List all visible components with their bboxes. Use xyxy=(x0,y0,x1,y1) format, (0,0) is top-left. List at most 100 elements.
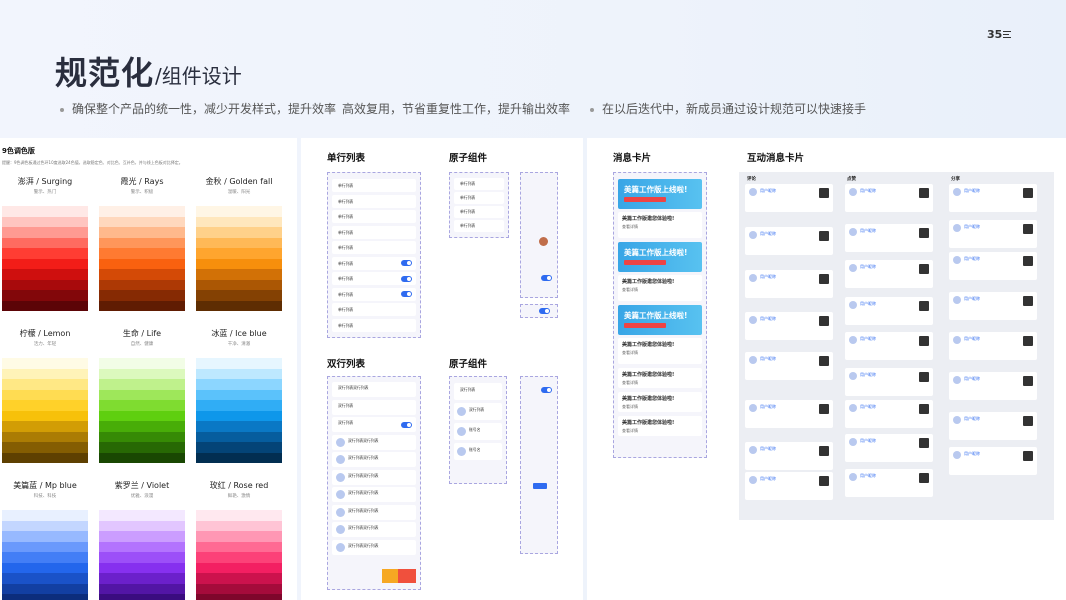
list-item[interactable]: 单行列表 xyxy=(454,192,504,204)
list-item[interactable]: 账号名 xyxy=(454,443,502,460)
list-item[interactable]: 单行列表 xyxy=(332,225,416,239)
list-item[interactable]: 单行列表 xyxy=(332,287,416,301)
list-item[interactable]: 单行列表 xyxy=(454,206,504,218)
list-item[interactable]: 单行列表 xyxy=(332,241,416,254)
palette-name: 美篇蓝 / Mp blue xyxy=(13,481,77,490)
user-name: 用户昵称 xyxy=(760,356,776,361)
avatar xyxy=(849,438,857,446)
interaction-card[interactable]: 用户昵称 xyxy=(845,434,933,462)
message-card[interactable]: 美篇工作版邀您体验啦! 查看详情 xyxy=(618,212,702,238)
toggle-switch[interactable] xyxy=(401,260,412,266)
interaction-card[interactable]: 用户昵称 xyxy=(745,227,833,255)
interaction-card[interactable]: 用户昵称 xyxy=(745,472,833,500)
palette-swatches xyxy=(2,358,88,463)
interaction-card[interactable]: 用户昵称 xyxy=(845,469,933,497)
list-item[interactable]: 双行列表双行列表 xyxy=(332,487,416,502)
message-card-link: 查看详情 xyxy=(622,380,638,385)
list-item[interactable]: 双行列表双行列表 xyxy=(332,382,416,397)
message-card[interactable]: 美篇工作版邀您体验啦! 查看详情 xyxy=(618,275,702,301)
list-item[interactable]: 双行列表双行列表 xyxy=(332,504,416,520)
toggle-switch[interactable] xyxy=(539,308,550,314)
list-item[interactable]: 双行列表 xyxy=(332,417,416,432)
interaction-card[interactable]: 用户昵称 xyxy=(949,292,1037,320)
color-swatch xyxy=(196,237,282,248)
action-button-2[interactable] xyxy=(398,569,416,583)
list-item[interactable]: 单行列表 xyxy=(332,179,416,192)
color-swatch xyxy=(196,269,282,280)
list-item-label: 单行列表 xyxy=(338,245,354,250)
interaction-card[interactable]: 用户昵称 xyxy=(845,224,933,252)
message-card[interactable]: 美篇工作版邀您体验啦! 查看详情 xyxy=(618,416,702,436)
list-item[interactable]: 单行列表 xyxy=(332,194,416,208)
color-swatch xyxy=(2,594,88,600)
components-panel: 单行列表 原子组件 双行列表 原子组件 单行列表 单行列表 单行列表 单行列表 单行列表… xyxy=(301,138,583,600)
interaction-card[interactable]: 用户昵称 xyxy=(745,184,833,212)
avatar xyxy=(749,356,757,364)
color-swatch xyxy=(99,452,185,463)
list-item[interactable]: 双行列表 xyxy=(332,399,416,415)
interaction-card[interactable]: 用户昵称 xyxy=(949,447,1037,475)
interaction-card[interactable]: 用户昵称 xyxy=(949,184,1037,212)
list-item[interactable]: 双行列表 xyxy=(454,383,502,400)
list-item[interactable]: 单行列表 xyxy=(332,303,416,316)
message-card[interactable]: 美篇工作版邀您体验啦! 查看详情 xyxy=(618,368,702,388)
avatar xyxy=(953,416,961,424)
message-card[interactable]: 美篇工作版邀您体验啦! 查看详情 xyxy=(618,392,702,412)
list-item[interactable]: 单行列表 xyxy=(454,178,504,190)
interaction-card[interactable]: 用户昵称 xyxy=(745,352,833,380)
interaction-card[interactable]: 用户昵称 xyxy=(745,270,833,298)
interaction-card[interactable]: 用户昵称 xyxy=(745,312,833,340)
menu-icon[interactable] xyxy=(1003,31,1011,38)
list-item[interactable]: 账号名 xyxy=(454,423,502,440)
toggle-switch[interactable] xyxy=(401,275,412,282)
color-swatch xyxy=(196,279,282,290)
interaction-card[interactable]: 用户昵称 xyxy=(745,442,833,470)
list-item[interactable]: 单行列表 xyxy=(332,210,416,223)
interaction-card[interactable]: 用户昵称 xyxy=(845,260,933,288)
interaction-card[interactable]: 用户昵称 xyxy=(745,400,833,428)
thumbnail xyxy=(1023,296,1033,306)
list-item[interactable]: 双行列表双行列表 xyxy=(332,522,416,537)
list-item[interactable]: 单行列表 xyxy=(332,256,416,270)
thumbnail xyxy=(1023,336,1033,346)
toggle-switch[interactable] xyxy=(541,275,552,281)
toggle-switch[interactable] xyxy=(401,421,412,428)
avatar xyxy=(953,224,961,232)
user-name: 用户昵称 xyxy=(964,296,980,301)
list-item[interactable]: 双行列表双行列表 xyxy=(332,452,416,467)
message-card-title: 美篇工作版邀您体验啦! xyxy=(622,372,675,378)
palette-name: 澎湃 / Surging xyxy=(17,177,73,186)
interaction-card[interactable]: 用户昵称 xyxy=(845,332,933,360)
list-item[interactable]: 双行列表双行列表 xyxy=(332,434,416,450)
thumbnail xyxy=(1023,188,1033,198)
avatar xyxy=(336,542,345,552)
avatar xyxy=(539,237,548,246)
message-card[interactable]: 美篇工作版邀您体验啦! 查看详情 xyxy=(618,338,702,364)
color-swatch xyxy=(2,216,88,227)
avatar xyxy=(953,336,961,344)
toggle-switch[interactable] xyxy=(401,291,412,297)
interaction-card[interactable]: 用户昵称 xyxy=(949,332,1037,360)
interaction-card[interactable]: 用户昵称 xyxy=(845,297,933,325)
list-item[interactable]: 双行列表双行列表 xyxy=(332,469,416,485)
interaction-card[interactable]: 用户昵称 xyxy=(845,368,933,396)
list-item[interactable]: 单行列表 xyxy=(454,220,504,232)
color-swatch xyxy=(2,400,88,411)
list-item[interactable]: 单行列表 xyxy=(332,318,416,332)
avatar xyxy=(336,472,345,482)
toggle-switch[interactable] xyxy=(541,387,552,393)
interaction-card[interactable]: 用户昵称 xyxy=(949,220,1037,248)
small-button[interactable] xyxy=(533,483,547,489)
interaction-card[interactable]: 用户昵称 xyxy=(845,400,933,428)
list-item[interactable]: 双行列表 xyxy=(454,403,502,420)
banner: 美篇工作版上线啦! xyxy=(618,242,702,272)
interaction-card[interactable]: 用户昵称 xyxy=(949,412,1037,440)
interaction-card[interactable]: 用户昵称 xyxy=(949,372,1037,400)
interaction-card[interactable]: 用户昵称 xyxy=(845,184,933,212)
interaction-card[interactable]: 用户昵称 xyxy=(949,252,1037,280)
palette-swatches xyxy=(99,510,185,600)
list-item[interactable]: 双行列表双行列表 xyxy=(332,539,416,555)
color-swatch xyxy=(99,237,185,248)
list-item[interactable]: 单行列表 xyxy=(332,272,416,285)
action-button-1[interactable] xyxy=(382,569,398,583)
